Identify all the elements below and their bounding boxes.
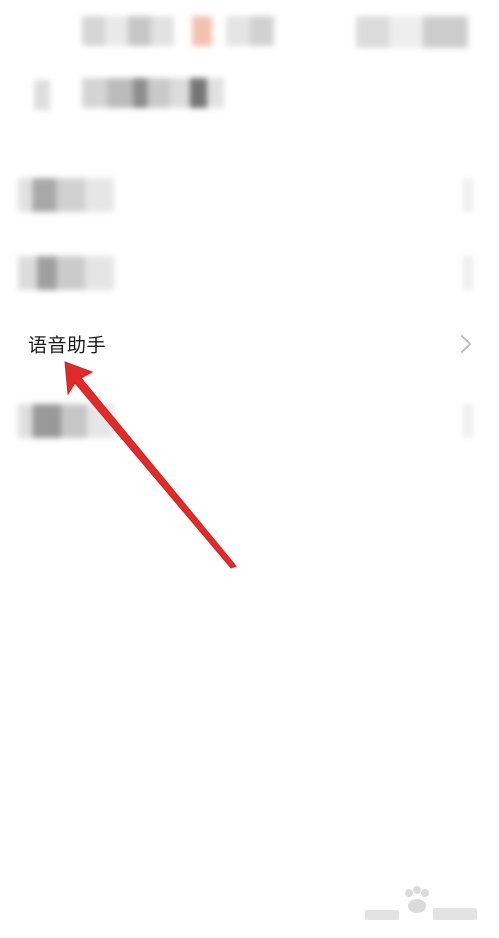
back-button[interactable] xyxy=(34,80,50,110)
settings-screen: 语音助手 xyxy=(0,0,499,938)
settings-row-1-label-redacted xyxy=(18,178,114,212)
settings-row-4-chevron-redacted xyxy=(463,404,473,438)
chevron-right-icon xyxy=(461,335,471,353)
settings-row-1-chevron-redacted xyxy=(463,178,473,212)
settings-row-2[interactable] xyxy=(0,244,499,304)
status-bar-mid-redacted xyxy=(226,16,274,46)
voice-assistant-label: 语音助手 xyxy=(28,334,107,357)
settings-row-4-label-redacted xyxy=(18,404,114,438)
settings-row-voice-assistant[interactable]: 语音助手 xyxy=(0,314,499,374)
annotation-arrow-icon xyxy=(64,361,237,569)
status-bar-left-redacted xyxy=(82,16,174,46)
status-bar-right-redacted xyxy=(356,16,468,48)
settings-row-2-label-redacted xyxy=(18,256,114,290)
settings-row-4[interactable] xyxy=(0,392,499,452)
page-title-redacted xyxy=(82,78,224,108)
settings-row-1[interactable] xyxy=(0,166,499,226)
status-bar-accent-redacted xyxy=(192,16,212,46)
baidu-watermark-icon xyxy=(365,886,477,920)
settings-row-2-chevron-redacted xyxy=(463,256,473,290)
